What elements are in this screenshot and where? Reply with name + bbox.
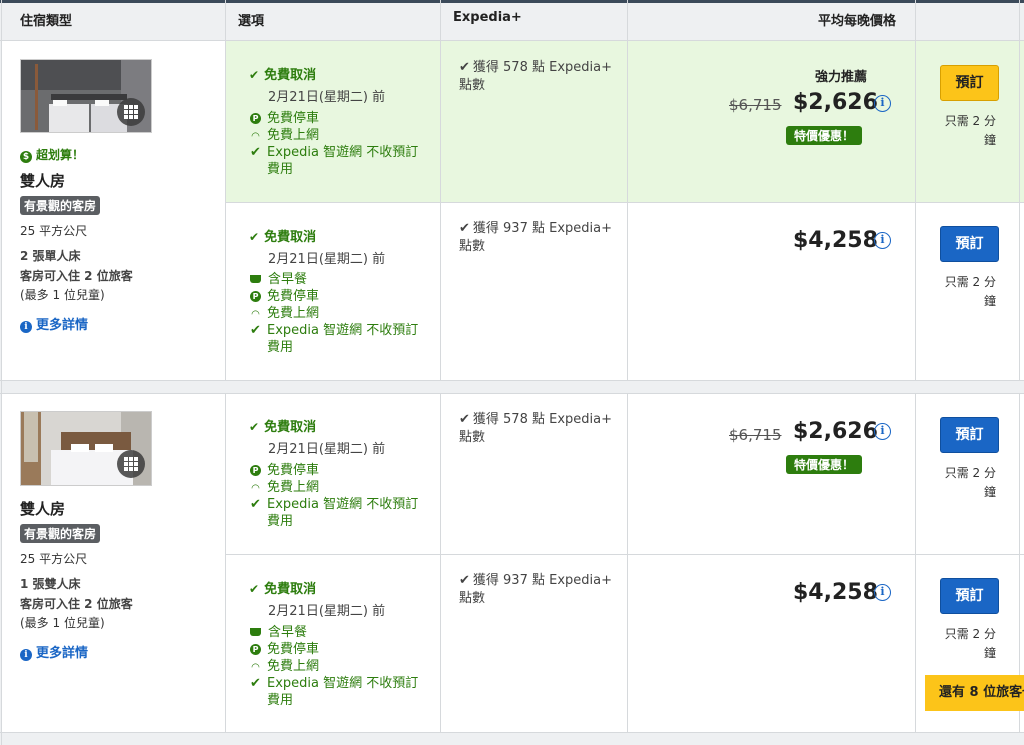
gallery-grid-icon (117, 450, 145, 478)
gallery-grid-icon (117, 98, 145, 126)
parking-icon: P (250, 644, 261, 655)
feature-breakfast: 含早餐 (249, 271, 307, 288)
price-info-icon[interactable]: i (874, 95, 891, 112)
more-details-link[interactable]: i 更多詳情 (20, 314, 88, 333)
room-photo-double[interactable] (20, 411, 152, 486)
parking-icon: P (250, 465, 261, 476)
parking-icon: P (250, 291, 261, 302)
feature-no-booking-fee-cont: 費用 (267, 514, 294, 529)
feature-parking: P 免費停車 (249, 462, 319, 479)
feature-no-booking-fee: ✔ Expedia 智遊網 不收預訂 (250, 676, 419, 691)
dollar-icon: $ (20, 151, 32, 163)
wifi-icon: ◠ (251, 483, 260, 494)
wifi-icon: ◠ (251, 131, 260, 142)
expedia-points: ✔ 獲得 578 點 Expedia+ 點數 (459, 60, 612, 93)
room-beds: 1 張雙人床 (20, 577, 81, 591)
cancel-date: 2月21日(星期二) 前 (268, 442, 386, 457)
room-children: (最多 1 位兒童) (20, 288, 105, 302)
price-info-icon[interactable]: i (874, 584, 891, 601)
free-cancel: 免費取消 (249, 416, 316, 435)
remaining-time: 只需 2 分鐘 (944, 114, 996, 147)
deal-badge: 特價優惠！ (786, 126, 863, 145)
feature-parking: P 免費停車 (249, 641, 319, 658)
info-icon: i (20, 649, 32, 661)
book-button[interactable]: 預訂 (940, 578, 999, 614)
feature-no-booking-fee: ✔ Expedia 智遊網 不收預訂 (250, 145, 419, 160)
check-icon: ✔ (250, 497, 261, 512)
feature-breakfast: 含早餐 (249, 624, 307, 641)
room-occupancy: 客房可入住 2 位旅客 (20, 597, 133, 611)
promo-label: $ 超划算！ (20, 146, 84, 163)
view-tag: 有景觀的客房 (20, 196, 101, 215)
check-icon: ✔ (459, 60, 470, 75)
check-icon: ✔ (250, 145, 261, 160)
room-photo-twin[interactable] (20, 59, 152, 133)
coffee-cup-icon (250, 628, 261, 636)
feature-parking: P 免費停車 (249, 288, 319, 305)
parking-icon: P (250, 113, 261, 124)
feature-wifi: ◠ 免費上網 (249, 305, 319, 323)
free-cancel: 免費取消 (249, 578, 316, 597)
remaining-time: 只需 2 分鐘 (944, 275, 996, 308)
feature-parking: P 免費停車 (249, 110, 319, 127)
free-cancel: 免費取消 (249, 64, 316, 83)
cancel-date: 2月21日(星期二) 前 (268, 604, 386, 619)
remaining-time: 只需 2 分鐘 (944, 466, 996, 499)
nightly-price: $4,258 (793, 228, 878, 253)
cancel-date: 2月21日(星期二) 前 (268, 252, 386, 267)
recommended-label: 強力推薦 (815, 70, 868, 85)
nightly-price: $4,258 (793, 580, 878, 605)
view-tag: 有景觀的客房 (20, 524, 101, 543)
coffee-cup-icon (250, 275, 261, 283)
nightly-price: $2,626 (793, 90, 878, 115)
nightly-price: $2,626 (793, 419, 878, 444)
feature-no-booking-fee: ✔ Expedia 智遊網 不收預訂 (250, 323, 419, 338)
check-icon: ✔ (459, 412, 470, 427)
original-price: $6,715 (729, 96, 782, 114)
travelers-viewing-banner: 還有 8 位旅客也 (925, 675, 1024, 711)
book-button[interactable]: 預訂 (940, 226, 999, 262)
price-info-icon[interactable]: i (874, 232, 891, 249)
free-cancel: 免費取消 (249, 226, 316, 245)
feature-no-booking-fee-cont: 費用 (267, 162, 294, 177)
room-beds: 2 張單人床 (20, 249, 81, 263)
feature-no-booking-fee: ✔ Expedia 智遊網 不收預訂 (250, 497, 419, 512)
room-size: 25 平方公尺 (20, 552, 88, 566)
feature-no-booking-fee-cont: 費用 (267, 693, 294, 708)
room-name: 雙人房 (20, 172, 66, 190)
expedia-points: ✔ 獲得 937 點 Expedia+ 點數 (459, 573, 612, 606)
room-name: 雙人房 (20, 500, 66, 518)
remaining-time: 只需 2 分鐘 (944, 627, 996, 660)
check-icon: ✔ (250, 676, 261, 691)
check-icon: ✔ (459, 573, 470, 588)
feature-wifi: ◠ 免費上網 (249, 127, 319, 145)
room-children: (最多 1 位兒童) (20, 616, 105, 630)
wifi-icon: ◠ (251, 309, 260, 320)
header-room-type: 住宿類型 (20, 14, 73, 29)
price-info-icon[interactable]: i (874, 423, 891, 440)
deal-badge: 特價優惠！ (786, 455, 863, 474)
info-icon: i (20, 321, 32, 333)
header-price: 平均每晚價格 (818, 14, 897, 29)
check-icon: ✔ (250, 323, 261, 338)
more-details-link[interactable]: i 更多詳情 (20, 642, 88, 661)
expedia-points: ✔ 獲得 578 點 Expedia+ 點數 (459, 412, 612, 445)
cancel-date: 2月21日(星期二) 前 (268, 90, 386, 105)
original-price: $6,715 (729, 426, 782, 444)
header-options: 選項 (238, 14, 265, 29)
expedia-points: ✔ 獲得 937 點 Expedia+ 點數 (459, 221, 612, 254)
room-occupancy: 客房可入住 2 位旅客 (20, 269, 133, 283)
wifi-icon: ◠ (251, 662, 260, 673)
feature-wifi: ◠ 免費上網 (249, 479, 319, 497)
header-expedia-plus: Expedia+ (453, 10, 522, 25)
feature-wifi: ◠ 免費上網 (249, 658, 319, 676)
book-button[interactable]: 預訂 (940, 417, 999, 453)
check-icon: ✔ (459, 221, 470, 236)
book-button[interactable]: 預訂 (940, 65, 999, 101)
feature-no-booking-fee-cont: 費用 (267, 340, 294, 355)
room-size: 25 平方公尺 (20, 224, 88, 238)
